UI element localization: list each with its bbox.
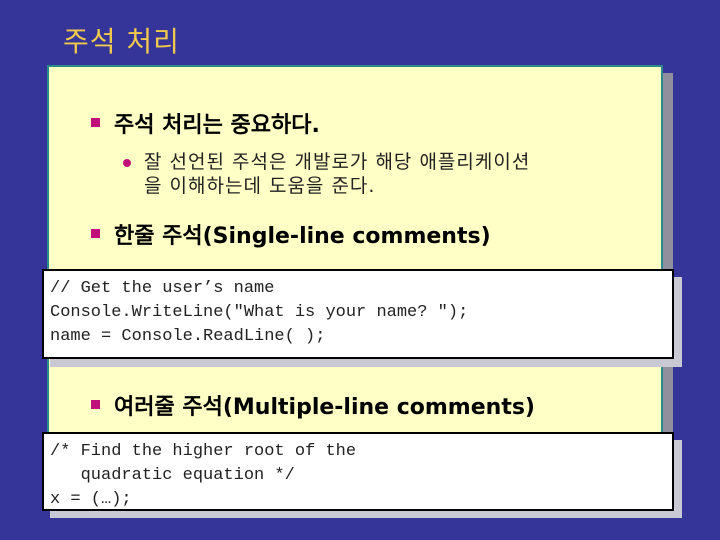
bullet-importance: 주석 처리는 중요하다. [114, 113, 320, 138]
slide-title: 주석 처리 [63, 25, 180, 58]
square-bullet-icon [91, 118, 100, 127]
sub-bullet-line-1: 잘 선언된 주석은 개발로가 해당 애플리케이션 [144, 151, 531, 173]
sub-bullet-line-2: 을 이해하는데 도움을 준다. [144, 175, 376, 197]
single-line-code-box: // Get the user’s name Console.WriteLine… [42, 269, 674, 359]
code-line: x = (…); [50, 490, 132, 509]
code-line: /* Find the higher root of the [50, 442, 357, 461]
square-bullet-icon [91, 229, 100, 238]
code-line: name = Console.ReadLine( ); [50, 327, 326, 346]
bullet-single-line: 한줄 주석(Single-line comments) [114, 224, 491, 249]
round-bullet-icon [123, 159, 131, 167]
code-line: Console.WriteLine("What is your name? ")… [50, 303, 469, 322]
bullet-multi-line: 여러줄 주석(Multiple-line comments) [114, 395, 535, 420]
square-bullet-icon [91, 400, 100, 409]
code-line: quadratic equation */ [50, 466, 295, 485]
multi-line-code-box: /* Find the higher root of the quadratic… [42, 432, 674, 511]
code-line: // Get the user’s name [50, 279, 275, 298]
